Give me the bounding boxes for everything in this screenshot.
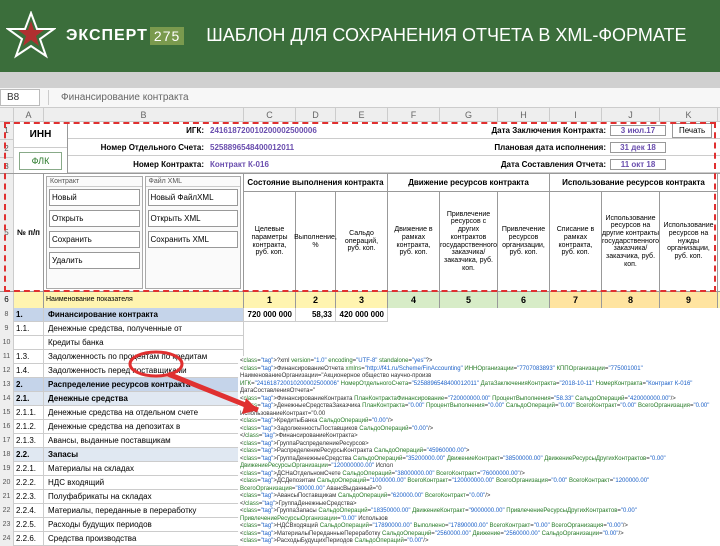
ctx-delete-button[interactable]: Удалить bbox=[49, 252, 140, 269]
star-logo-icon bbox=[6, 11, 56, 61]
brand-name: ЭКСПЕРТ275 bbox=[66, 27, 184, 45]
flk-button[interactable]: ФЛК bbox=[19, 152, 63, 170]
app-header: ЭКСПЕРТ275 ШАБЛОН ДЛЯ СОХРАНЕНИЯ ОТЧЕТА … bbox=[0, 0, 720, 72]
ctx-new-xml-button[interactable]: Новый ФайлXML bbox=[148, 189, 239, 206]
row-num-header: № п/п bbox=[14, 174, 44, 291]
ctx-open-xml-button[interactable]: Открыть XML bbox=[148, 210, 239, 227]
inn-label: ИНН bbox=[14, 122, 67, 148]
table-row[interactable]: 91.1.Денежные средства, полученные от bbox=[0, 322, 720, 336]
cell-reference-box[interactable]: B8 bbox=[0, 89, 40, 106]
spreadsheet-area: 123 ИНН ФЛК ИГК:241618720010200002500006… bbox=[0, 122, 720, 546]
page-title: ШАБЛОН ДЛЯ СОХРАНЕНИЯ ОТЧЕТА В XML-ФОРМА… bbox=[206, 25, 686, 47]
formula-bar: B8 Финансирование контракта bbox=[0, 88, 720, 108]
table-row[interactable]: 10Кредиты банка bbox=[0, 336, 720, 350]
ribbon-placeholder bbox=[0, 72, 720, 88]
ctx-save-button[interactable]: Сохранить bbox=[49, 231, 140, 248]
ctx-open-button[interactable]: Открыть bbox=[49, 210, 140, 227]
number-header-row: 6 Наименование показателя 1 2 3 4 5 6 7 … bbox=[0, 292, 720, 308]
ctx-new-button[interactable]: Новый bbox=[49, 189, 140, 206]
cell-value-display: Финансирование контракта bbox=[48, 90, 201, 105]
xml-preview-overlay: <class="tag">?xml version="1.0" encoding… bbox=[238, 356, 720, 546]
column-headers: A B C D E F G H I J K bbox=[0, 108, 720, 122]
table-row[interactable]: 81.Финансирование контракта720 000 00058… bbox=[0, 308, 720, 322]
context-menu-panel: Контракт Новый Открыть Сохранить Удалить… bbox=[44, 174, 244, 291]
ctx-save-xml-button[interactable]: Сохранить XML bbox=[148, 231, 239, 248]
print-button[interactable]: Печать bbox=[672, 123, 712, 138]
